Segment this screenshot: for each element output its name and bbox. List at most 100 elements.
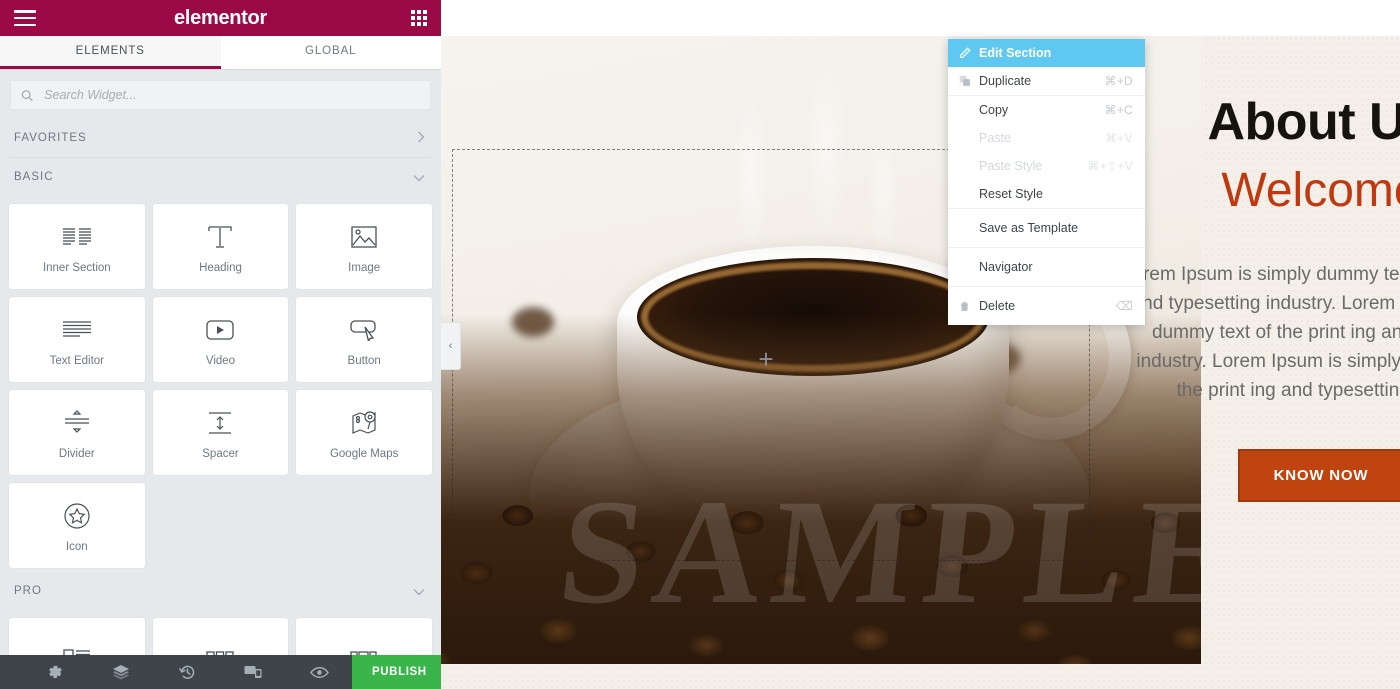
context-item-shortcut: ⌫ — [1115, 299, 1133, 313]
history-revisions-icon[interactable] — [154, 664, 220, 681]
elementor-logo: elementor — [174, 7, 267, 29]
context-item-shortcut: ⌘+⇧+V — [1087, 159, 1133, 173]
divider-icon — [63, 406, 91, 440]
search-icon — [21, 89, 33, 101]
widget-text-editor[interactable]: Text Editor — [9, 297, 145, 382]
context-menu-group: Copy ⌘+C Paste ⌘+V Paste Style ⌘+⇧+V Res… — [948, 96, 1145, 209]
context-item-navigator[interactable]: Navigator — [948, 248, 1145, 286]
widget-label: Text Editor — [49, 354, 104, 367]
editor-canvas[interactable]: SAMPLE + About Us Welcome Lorem Ipsum is… — [441, 0, 1400, 689]
duplicate-icon — [959, 75, 979, 87]
spacer-icon — [206, 406, 234, 440]
widget-label: Video — [205, 354, 236, 367]
widget-label: Image — [348, 261, 381, 274]
widget-label: Google Maps — [329, 447, 399, 460]
category-label: BASIC — [14, 171, 54, 183]
settings-gear-icon[interactable] — [22, 664, 88, 680]
pencil-icon — [959, 47, 979, 59]
preview-eye-icon[interactable] — [286, 666, 352, 679]
context-item-label: Save as Template — [979, 221, 1079, 235]
context-item-copy[interactable]: Copy ⌘+C — [948, 96, 1145, 124]
section-move-handle[interactable]: + — [753, 346, 779, 372]
context-menu-group: Edit Section Duplicate ⌘+D — [948, 39, 1145, 96]
context-item-label: Reset Style — [979, 187, 1043, 201]
text-editor-icon — [62, 313, 92, 347]
star-icon — [63, 499, 91, 533]
about-text-column[interactable]: About Us Welcome Lorem Ipsum is simply d… — [1121, 96, 1400, 502]
canvas-top-strip — [441, 0, 1400, 36]
coffee-beans — [441, 314, 1201, 664]
context-item-edit-section[interactable]: Edit Section — [948, 39, 1145, 67]
context-item-shortcut: ⌘+C — [1104, 103, 1133, 117]
panel-tabs[interactable]: ELEMENTS GLOBAL — [0, 36, 441, 70]
page-preview[interactable]: SAMPLE + About Us Welcome Lorem Ipsum is… — [441, 36, 1400, 689]
panel-collapse-handle[interactable]: ‹ — [441, 322, 461, 370]
context-item-label: Paste — [979, 131, 1011, 145]
steam — [661, 36, 961, 286]
elementor-editor: SAMPLE + About Us Welcome Lorem Ipsum is… — [0, 0, 1400, 689]
widget-label: Heading — [199, 261, 242, 274]
widget-panel[interactable]: elementor ELEMENTS GLOBAL FAVORITES — [0, 0, 441, 689]
widget-spacer[interactable]: Spacer — [152, 390, 289, 475]
apps-grid-icon[interactable] — [411, 10, 427, 26]
context-item-label: Paste Style — [979, 159, 1043, 173]
context-item-reset-style[interactable]: Reset Style — [948, 180, 1145, 208]
responsive-mode-icon[interactable] — [220, 664, 286, 680]
context-item-save-as-template[interactable]: Save as Template — [948, 209, 1145, 247]
about-paragraph: Lorem Ipsum is simply dummy text of the … — [1121, 263, 1400, 401]
context-item-label: Edit Section — [979, 46, 1052, 60]
context-menu-group: Navigator — [948, 248, 1145, 287]
widget-heading[interactable]: Heading — [152, 204, 289, 289]
context-item-label: Navigator — [979, 260, 1033, 274]
widget-label: Icon — [65, 540, 88, 553]
search-box[interactable] — [10, 80, 431, 110]
chevron-down-icon — [413, 171, 425, 184]
context-item-paste-style: Paste Style ⌘+⇧+V — [948, 152, 1145, 180]
section-context-menu[interactable]: Edit Section Duplicate ⌘+D Copy ⌘+C Past… — [948, 39, 1145, 325]
category-label: FAVORITES — [14, 132, 87, 144]
widget-label: Spacer — [202, 447, 239, 460]
google-maps-icon — [350, 406, 378, 440]
context-item-label: Duplicate — [979, 74, 1032, 88]
navigator-layers-icon[interactable] — [88, 664, 154, 680]
tab-elements[interactable]: ELEMENTS — [0, 36, 221, 69]
bottom-bar-icons — [0, 664, 352, 681]
context-item-shortcut: ⌘+D — [1104, 74, 1133, 88]
context-item-delete[interactable]: Delete ⌫ — [948, 287, 1145, 325]
category-favorites[interactable]: FAVORITES — [0, 119, 441, 157]
category-pro[interactable]: PRO — [0, 572, 441, 610]
widget-google-maps[interactable]: Google Maps — [296, 390, 432, 475]
context-menu-group: Save as Template — [948, 209, 1145, 248]
widget-button[interactable]: Button — [296, 297, 432, 382]
search-widget-wrap — [0, 70, 441, 119]
panel-header: elementor — [0, 0, 441, 36]
hamburger-icon[interactable] — [14, 10, 36, 26]
widget-icon[interactable]: Icon — [9, 483, 145, 568]
widget-divider[interactable]: Divider — [9, 390, 145, 475]
inner-section-icon — [62, 220, 92, 254]
widget-label: Button — [347, 354, 381, 367]
about-section[interactable]: SAMPLE + About Us Welcome Lorem Ipsum is… — [441, 36, 1400, 689]
welcome-subheading: Welcome — [1221, 164, 1400, 217]
chevron-down-icon — [413, 585, 425, 598]
publish-button[interactable]: PUBLISH — [352, 655, 441, 689]
trash-icon — [959, 300, 979, 312]
tab-global[interactable]: GLOBAL — [220, 36, 441, 69]
editor-bottom-bar[interactable]: PUBLISH ▲ — [0, 655, 441, 689]
widget-image[interactable]: Image — [296, 204, 432, 289]
video-icon — [205, 313, 235, 347]
publish-group[interactable]: PUBLISH ▲ — [352, 655, 441, 689]
know-now-button[interactable]: KNOW NOW — [1237, 448, 1400, 502]
category-basic[interactable]: BASIC — [0, 158, 441, 196]
basic-widget-grid[interactable]: Inner Section Heading Image Text Editor … — [0, 196, 441, 568]
search-input[interactable] — [42, 87, 420, 103]
widget-label: Inner Section — [42, 261, 111, 274]
context-item-duplicate[interactable]: Duplicate ⌘+D — [948, 67, 1145, 95]
context-item-paste: Paste ⌘+V — [948, 124, 1145, 152]
context-item-label: Delete — [979, 299, 1016, 313]
context-menu-group: Delete ⌫ — [948, 287, 1145, 325]
widget-inner-section[interactable]: Inner Section — [9, 204, 145, 289]
widget-video[interactable]: Video — [152, 297, 289, 382]
image-icon — [350, 220, 378, 254]
about-heading: About Us — [1207, 93, 1400, 151]
